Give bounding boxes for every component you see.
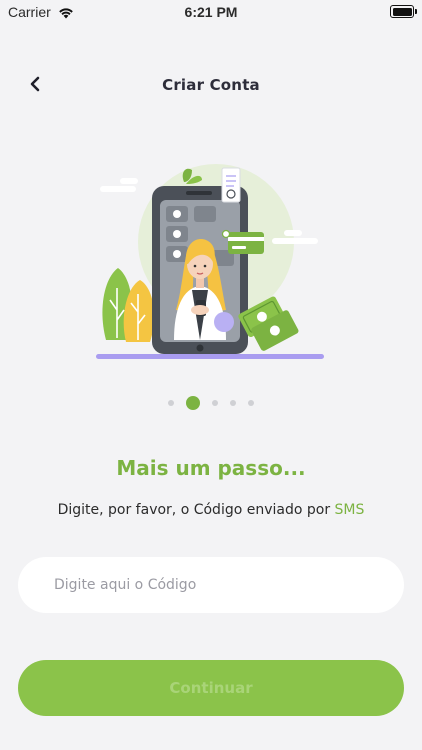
status-bar: Carrier 6:21 PM: [0, 0, 422, 24]
code-field[interactable]: [18, 557, 404, 613]
pagination-dots: [0, 396, 422, 410]
instruction-text: Digite, por favor, o Código enviado por …: [0, 502, 422, 518]
page-dot-active: [186, 396, 200, 410]
page-dot: [248, 400, 254, 406]
page-dot: [168, 400, 174, 406]
page-title: Criar Conta: [162, 76, 260, 94]
code-input[interactable]: [52, 576, 370, 594]
battery-icon: [390, 5, 417, 18]
onboarding-illustration: [96, 164, 324, 359]
sms-highlight: SMS: [334, 502, 365, 518]
page-dot: [212, 400, 218, 406]
step-heading: Mais um passo...: [116, 456, 306, 480]
status-time: 6:21 PM: [184, 4, 238, 20]
instruction-prefix: Digite, por favor, o Código enviado por: [57, 502, 335, 518]
continue-button[interactable]: Continuar: [18, 660, 404, 716]
page-dot: [230, 400, 236, 406]
nav-bar: Criar Conta: [0, 68, 422, 102]
